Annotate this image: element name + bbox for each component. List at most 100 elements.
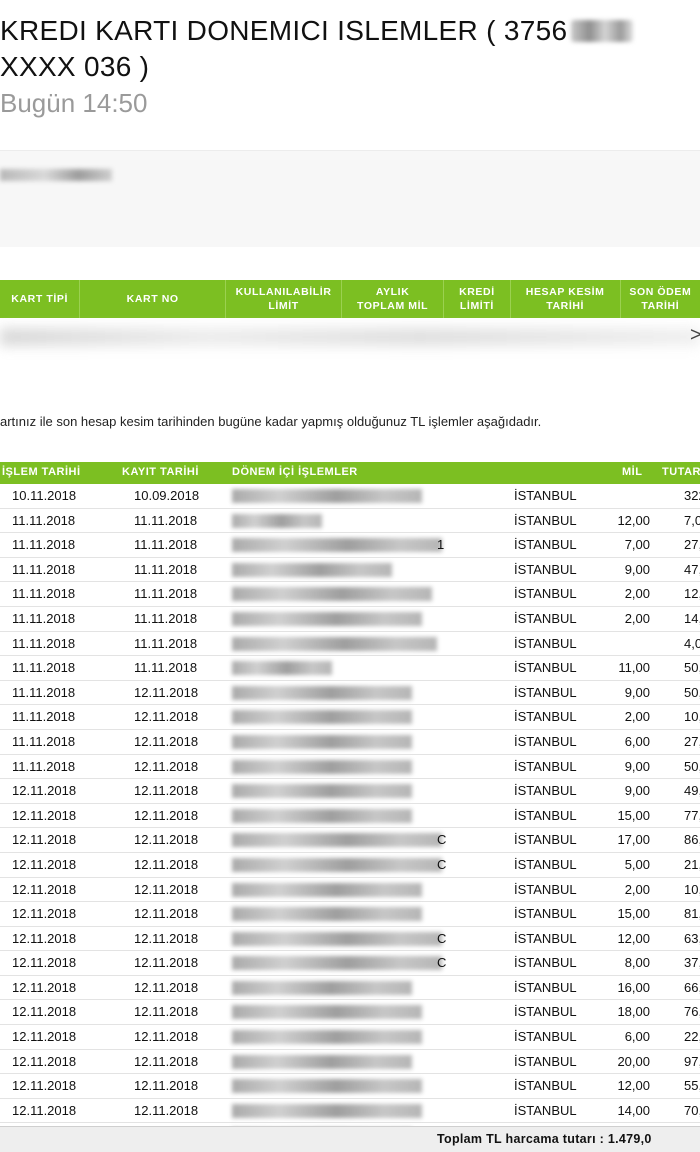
redacted-description [232, 857, 442, 872]
record-date: 12.11.2018 [134, 783, 199, 799]
table-row: 12.11.2018 12.11.2018 C İSTANBUL 17,00 86,0 [0, 828, 700, 853]
transaction-amount: 37,0 [684, 955, 700, 971]
transaction-city: İSTANBUL [514, 758, 577, 774]
record-date: 12.11.2018 [134, 955, 199, 971]
record-date: 12.11.2018 [134, 881, 199, 897]
transaction-amount: 22,3 [684, 1029, 700, 1045]
table-row: 12.11.2018 12.11.2018 İSTANBUL 15,00 81,7 [0, 902, 700, 927]
transaction-date: 12.11.2018 [12, 955, 77, 971]
redacted-summary-values [0, 328, 700, 346]
transaction-miles: 2,00 [624, 586, 650, 602]
transaction-miles: 2,00 [624, 709, 650, 725]
redacted-card-digits [571, 20, 634, 42]
transaction-amount: 14,0 [684, 610, 700, 626]
transaction-miles: 9,00 [624, 758, 650, 774]
transaction-miles: 8,00 [624, 955, 650, 971]
redacted-description [232, 1079, 422, 1094]
transaction-date: 11.11.2018 [12, 586, 76, 602]
record-date: 12.11.2018 [134, 1078, 199, 1094]
transaction-miles: 12,00 [617, 930, 650, 946]
redacted-description [232, 538, 442, 553]
summary-col-monthly-miles: AYLIK TOPLAM MİL [342, 280, 445, 318]
transaction-city: İSTANBUL [514, 832, 577, 848]
subject-line-2: XXXX 036 ) [0, 51, 150, 82]
record-date: 11.11.2018 [134, 660, 198, 676]
transaction-city: İSTANBUL [514, 488, 577, 503]
table-row: 11.11.2018 11.11.2018 İSTANBUL 2,00 14,0 [0, 607, 700, 632]
transaction-date: 11.11.2018 [12, 660, 76, 676]
transaction-city: İSTANBUL [514, 610, 577, 626]
redacted-description [232, 1030, 422, 1045]
transaction-date: 11.11.2018 [12, 709, 76, 725]
transaction-amount: 50,0 [684, 684, 700, 700]
received-time: Bugün 14:50 [0, 88, 148, 118]
col-transaction-date: İŞLEM TARİHİ [2, 466, 81, 478]
transaction-date: 12.11.2018 [12, 1053, 77, 1069]
transaction-date: 12.11.2018 [12, 1102, 77, 1118]
transaction-city: İSTANBUL [514, 881, 577, 897]
transaction-miles: 20,00 [617, 1053, 650, 1069]
transaction-amount: 66,6 [684, 979, 700, 995]
table-row: 11.11.2018 11.11.2018 İSTANBUL 11,00 50, [0, 656, 700, 681]
transaction-date: 11.11.2018 [12, 610, 76, 626]
transaction-amount: 10,0 [684, 709, 700, 725]
transaction-amount: 10,9 [684, 881, 700, 897]
transaction-city: İSTANBUL [514, 1102, 577, 1118]
table-row: 11.11.2018 11.11.2018 İSTANBUL 4,0 [0, 632, 700, 657]
col-miles: MİL [622, 466, 643, 478]
redacted-description [232, 636, 437, 651]
redacted-description [232, 833, 442, 848]
record-date: 12.11.2018 [134, 930, 199, 946]
transaction-date: 12.11.2018 [12, 979, 77, 995]
transaction-city: İSTANBUL [514, 856, 577, 872]
transaction-flag: C [437, 856, 447, 872]
transaction-miles: 9,00 [624, 561, 650, 577]
transaction-amount: 76,0 [684, 1004, 700, 1020]
record-date: 12.11.2018 [134, 758, 199, 774]
transaction-city: İSTANBUL [514, 635, 577, 651]
transaction-city: İSTANBUL [514, 709, 577, 725]
email-subject: KREDI KARTI DONEMICI ISLEMLER ( 3756 XXX… [0, 14, 700, 86]
transaction-amount: 55,7 [684, 1078, 700, 1094]
record-date: 11.11.2018 [134, 561, 198, 577]
transaction-miles: 9,00 [624, 684, 650, 700]
table-row: 11.11.2018 11.11.2018 İSTANBUL 12,00 7,0 [0, 509, 700, 534]
transaction-date: 12.11.2018 [12, 856, 77, 872]
transaction-miles: 5,00 [624, 856, 650, 872]
transaction-miles: 9,00 [624, 783, 650, 799]
redacted-description [232, 784, 412, 799]
table-row: 11.11.2018 11.11.2018 İSTANBUL 2,00 12,0 [0, 582, 700, 607]
table-row: 11.11.2018 12.11.2018 İSTANBUL 2,00 10,0 [0, 705, 700, 730]
transaction-amount: 86,0 [684, 832, 700, 848]
table-row: 12.11.2018 12.11.2018 İSTANBUL 12,00 55,7 [0, 1074, 700, 1099]
redacted-description [232, 759, 412, 774]
redacted-description [232, 734, 412, 749]
record-date: 12.11.2018 [134, 906, 199, 922]
redacted-description [232, 1054, 412, 1069]
redacted-description [232, 661, 332, 676]
transaction-amount: 63,8 [684, 930, 700, 946]
redacted-description [232, 562, 392, 577]
redacted-description [232, 1005, 422, 1020]
transaction-city: İSTANBUL [514, 906, 577, 922]
transaction-amount: 81,7 [684, 906, 700, 922]
card-summary-header: KART TİPİ KART NO KULLANILABİLİR LİMİT A… [0, 280, 700, 318]
transaction-amount: 7,0 [684, 512, 700, 528]
transaction-city: İSTANBUL [514, 1053, 577, 1069]
transaction-city: İSTANBUL [514, 783, 577, 799]
card-summary-row: ˃ [0, 318, 700, 352]
table-row: 12.11.2018 12.11.2018 İSTANBUL 2,00 10,9 [0, 878, 700, 903]
col-record-date: KAYIT TARİHİ [122, 466, 199, 478]
redacted-description [232, 489, 422, 503]
redacted-description [232, 587, 432, 602]
transactions-header: İŞLEM TARİHİ KAYIT TARİHİ DÖNEM İÇİ İŞLE… [0, 462, 700, 484]
table-row: 12.11.2018 12.11.2018 İSTANBUL 14,00 70,5 [0, 1099, 700, 1124]
transaction-date: 11.11.2018 [12, 537, 76, 553]
redacted-description [232, 1103, 422, 1118]
redacted-sender [0, 169, 112, 181]
record-date: 12.11.2018 [134, 1029, 199, 1045]
transaction-flag: C [437, 955, 447, 971]
summary-col-available-limit: KULLANILABİLİR LİMİT [226, 280, 343, 318]
redacted-description [232, 611, 422, 626]
table-row: 12.11.2018 12.11.2018 C İSTANBUL 8,00 37,0 [0, 951, 700, 976]
